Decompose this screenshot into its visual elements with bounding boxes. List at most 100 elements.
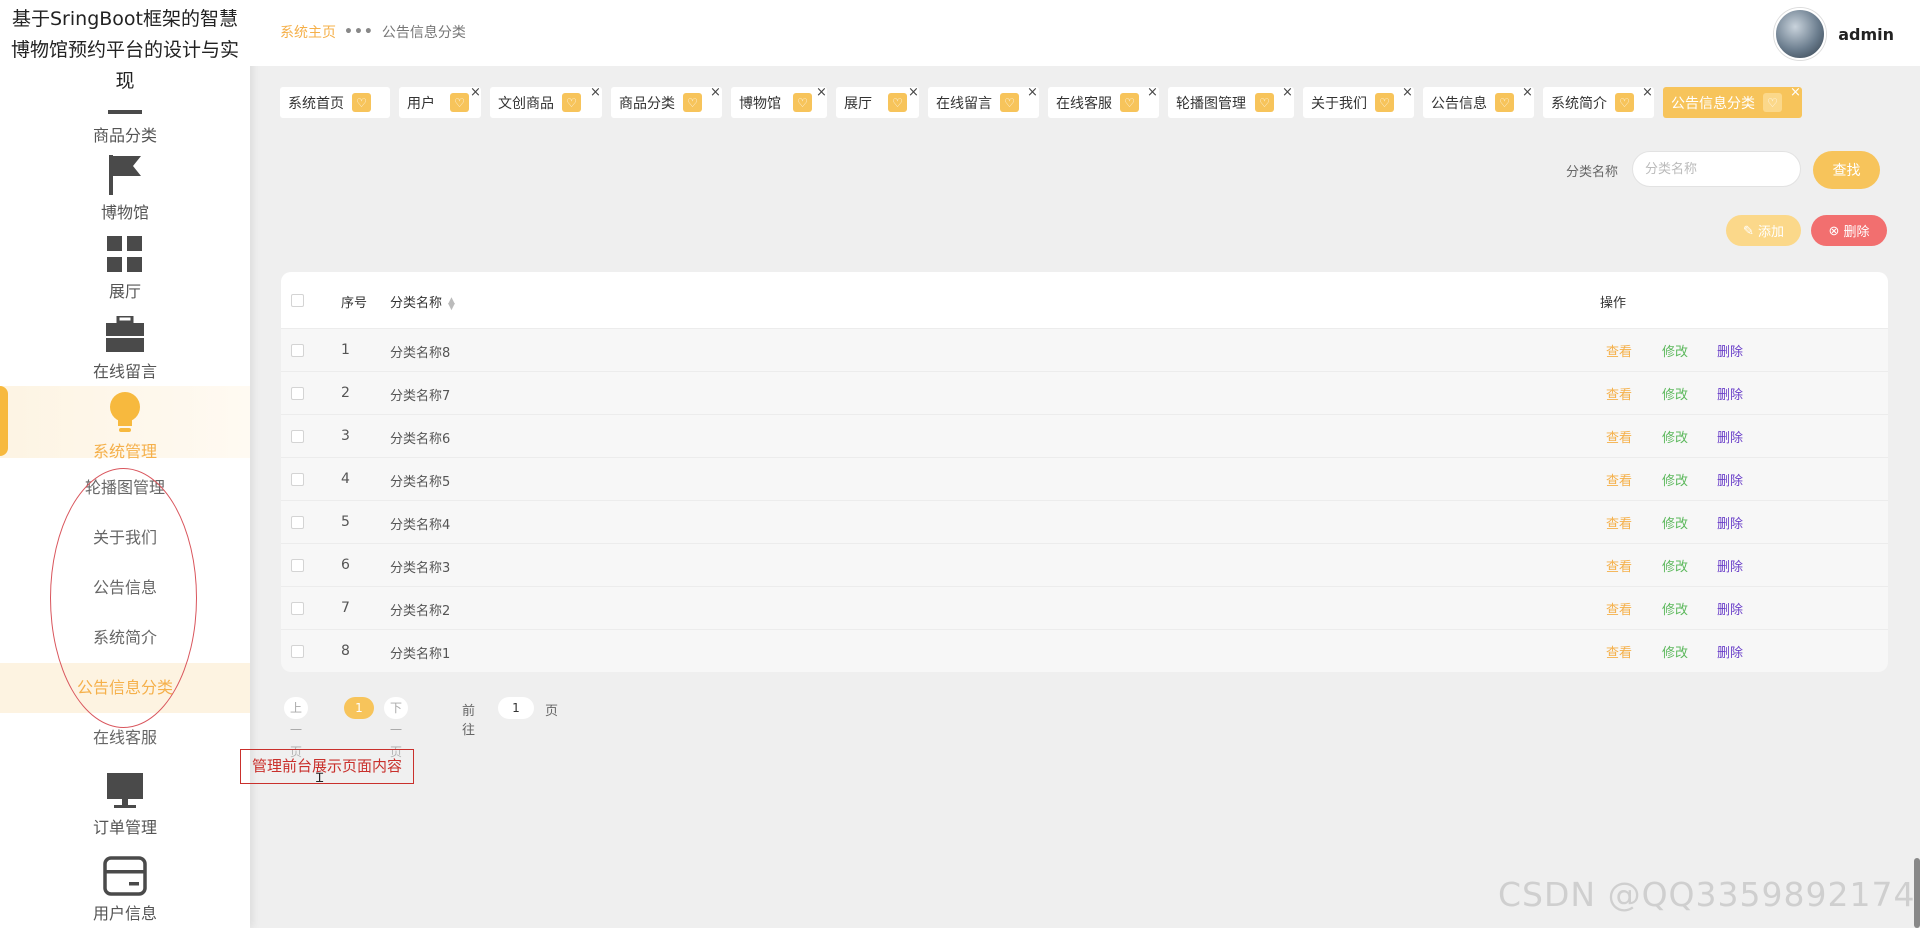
sort-icon[interactable]: ▲ ▼ bbox=[448, 296, 455, 311]
tab-product-category[interactable]: 商品分类 ♡ × bbox=[611, 86, 722, 118]
menu-item-messages[interactable]: 在线留言 bbox=[0, 314, 250, 382]
delete-link[interactable]: 删除 bbox=[1717, 470, 1743, 489]
edit-link[interactable]: 修改 bbox=[1662, 642, 1688, 661]
tab-label: 商品分类 bbox=[619, 95, 675, 112]
close-icon[interactable]: × bbox=[710, 86, 721, 100]
menu-item-orders[interactable]: 订单管理 bbox=[0, 772, 250, 838]
close-circle-icon: ⊗ bbox=[1828, 222, 1840, 238]
dash-icon bbox=[108, 110, 142, 114]
column-header-name[interactable]: 分类名称 ▲ ▼ bbox=[390, 292, 455, 311]
submenu-item-carousel[interactable]: 轮播图管理 bbox=[0, 463, 250, 513]
row-checkbox[interactable] bbox=[291, 602, 304, 615]
tab-hall[interactable]: 展厅 ♡ × bbox=[836, 86, 919, 118]
username[interactable]: admin bbox=[1838, 25, 1894, 44]
avatar[interactable] bbox=[1774, 8, 1827, 60]
heart-icon: ♡ bbox=[1255, 93, 1274, 112]
close-icon[interactable]: × bbox=[1027, 86, 1038, 100]
user-menu[interactable]: admin bbox=[1774, 8, 1894, 60]
menu-item-hall[interactable]: 展厅 bbox=[0, 236, 250, 302]
search-button[interactable]: 查找 bbox=[1813, 151, 1880, 189]
delete-link[interactable]: 删除 bbox=[1717, 341, 1743, 360]
tab-system-home[interactable]: 系统首页 ♡ bbox=[280, 87, 390, 118]
submenu-item-system-intro[interactable]: 系统简介 bbox=[0, 613, 250, 663]
close-icon[interactable]: × bbox=[590, 86, 601, 100]
close-icon[interactable]: × bbox=[1790, 86, 1801, 100]
search-input[interactable] bbox=[1632, 151, 1801, 187]
view-link[interactable]: 查看 bbox=[1606, 556, 1632, 575]
view-link[interactable]: 查看 bbox=[1606, 384, 1632, 403]
row-checkbox[interactable] bbox=[291, 473, 304, 486]
edit-link[interactable]: 修改 bbox=[1662, 599, 1688, 618]
delete-link[interactable]: 删除 bbox=[1717, 599, 1743, 618]
prev-page-button[interactable]: 上一页 bbox=[284, 697, 309, 759]
row-name: 分类名称3 bbox=[390, 561, 451, 576]
next-page-button[interactable]: 下一页 bbox=[384, 697, 409, 759]
close-icon[interactable]: × bbox=[1522, 86, 1533, 100]
row-index: 6 bbox=[341, 557, 350, 573]
close-icon[interactable]: × bbox=[1147, 86, 1158, 100]
breadcrumb-home[interactable]: 系统主页 bbox=[280, 22, 336, 42]
scrollbar-thumb[interactable] bbox=[1914, 858, 1920, 928]
row-index: 1 bbox=[341, 342, 350, 358]
row-name: 分类名称8 bbox=[390, 346, 451, 361]
delete-link[interactable]: 删除 bbox=[1717, 384, 1743, 403]
menu-label: 博物馆 bbox=[100, 203, 149, 222]
bulb-icon bbox=[108, 392, 142, 434]
view-link[interactable]: 查看 bbox=[1606, 341, 1632, 360]
row-checkbox[interactable] bbox=[291, 430, 304, 443]
select-all-checkbox[interactable] bbox=[291, 294, 304, 307]
tab-label: 轮播图管理 bbox=[1176, 95, 1246, 112]
tab-notice[interactable]: 公告信息 ♡ × bbox=[1423, 86, 1534, 118]
row-checkbox[interactable] bbox=[291, 516, 304, 529]
tab-museum[interactable]: 博物馆 ♡ × bbox=[731, 86, 827, 118]
page-number-current[interactable]: 1 bbox=[344, 697, 374, 719]
monitor-icon bbox=[106, 772, 144, 810]
close-icon[interactable]: × bbox=[816, 86, 827, 100]
close-icon[interactable]: × bbox=[1402, 86, 1413, 100]
submenu-item-about-us[interactable]: 关于我们 bbox=[0, 513, 250, 563]
submenu-item-notice-category[interactable]: 公告信息分类 bbox=[0, 663, 250, 713]
view-link[interactable]: 查看 bbox=[1606, 427, 1632, 446]
heart-icon: ♡ bbox=[1120, 93, 1139, 112]
view-link[interactable]: 查看 bbox=[1606, 470, 1632, 489]
column-header-index: 序号 bbox=[341, 296, 368, 311]
tab-online-service[interactable]: 在线客服 ♡ × bbox=[1048, 86, 1159, 118]
view-link[interactable]: 查看 bbox=[1606, 599, 1632, 618]
view-link[interactable]: 查看 bbox=[1606, 513, 1632, 532]
tab-about-us[interactable]: 关于我们 ♡ × bbox=[1303, 86, 1414, 118]
close-icon[interactable]: × bbox=[1282, 86, 1293, 100]
edit-link[interactable]: 修改 bbox=[1662, 513, 1688, 532]
menu-item-product-category[interactable]: 商品分类 bbox=[0, 108, 250, 145]
batch-delete-button[interactable]: ⊗ 删除 bbox=[1811, 215, 1887, 246]
close-icon[interactable]: × bbox=[1642, 86, 1653, 100]
edit-link[interactable]: 修改 bbox=[1662, 427, 1688, 446]
view-link[interactable]: 查看 bbox=[1606, 642, 1632, 661]
submenu-item-notice[interactable]: 公告信息 bbox=[0, 563, 250, 613]
edit-link[interactable]: 修改 bbox=[1662, 556, 1688, 575]
row-checkbox[interactable] bbox=[291, 645, 304, 658]
edit-link[interactable]: 修改 bbox=[1662, 341, 1688, 360]
tab-cultural-products[interactable]: 文创商品 ♡ × bbox=[490, 86, 602, 118]
delete-link[interactable]: 删除 bbox=[1717, 556, 1743, 575]
submenu-item-online-service[interactable]: 在线客服 bbox=[0, 713, 250, 763]
delete-link[interactable]: 删除 bbox=[1717, 642, 1743, 661]
tab-user[interactable]: 用户 ♡ × bbox=[399, 86, 481, 118]
delete-link[interactable]: 删除 bbox=[1717, 427, 1743, 446]
tab-system-intro[interactable]: 系统简介 ♡ × bbox=[1543, 86, 1654, 118]
goto-page-input[interactable]: 1 bbox=[498, 697, 534, 719]
tab-online-message[interactable]: 在线留言 ♡ × bbox=[928, 86, 1039, 118]
menu-item-user-info[interactable]: 用户信息 bbox=[0, 856, 250, 923]
edit-link[interactable]: 修改 bbox=[1662, 470, 1688, 489]
tab-notice-category[interactable]: 公告信息分类 ♡ × bbox=[1663, 86, 1802, 118]
menu-item-museum[interactable]: 博物馆 bbox=[0, 153, 250, 223]
close-icon[interactable]: × bbox=[908, 86, 919, 100]
row-checkbox[interactable] bbox=[291, 344, 304, 357]
add-button[interactable]: ✎ 添加 bbox=[1726, 215, 1801, 246]
edit-link[interactable]: 修改 bbox=[1662, 384, 1688, 403]
delete-link[interactable]: 删除 bbox=[1717, 513, 1743, 532]
row-checkbox[interactable] bbox=[291, 387, 304, 400]
row-checkbox[interactable] bbox=[291, 559, 304, 572]
tab-carousel[interactable]: 轮播图管理 ♡ × bbox=[1168, 86, 1294, 118]
menu-item-system-management[interactable]: 系统管理 bbox=[0, 386, 250, 461]
close-icon[interactable]: × bbox=[470, 86, 481, 100]
